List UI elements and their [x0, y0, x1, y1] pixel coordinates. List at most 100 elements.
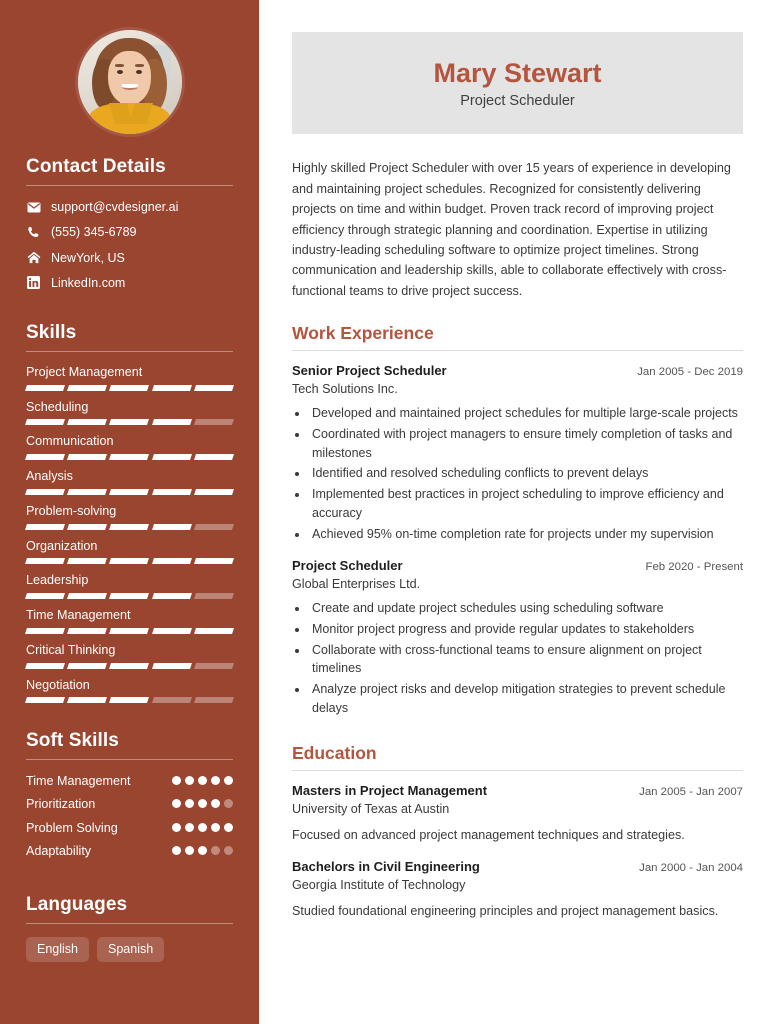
- contact-location-text: NewYork, US: [51, 250, 125, 265]
- education-divider: [292, 769, 743, 771]
- skill-segment: [193, 523, 234, 530]
- work-bullets: Developed and maintained project schedul…: [309, 404, 743, 543]
- skill-segment: [67, 419, 108, 426]
- rating-dot: [185, 845, 194, 855]
- skill-segment: [151, 662, 192, 669]
- language-pill[interactable]: Spanish: [97, 936, 165, 962]
- skill-label: Project Management: [26, 365, 143, 379]
- education-entry-header: Masters in Project Management Jan 2005 -…: [292, 783, 743, 800]
- skill-segment: [193, 593, 234, 600]
- soft-skill-rating: [172, 843, 233, 855]
- skill-label: Analysis: [26, 469, 73, 484]
- work-entry: Senior Project Scheduler Jan 2005 - Dec …: [292, 363, 743, 543]
- education-date-range: Jan 2005 - Jan 2007: [639, 785, 743, 798]
- skill-item: Time Management: [25, 608, 234, 634]
- work-entry-header: Project Scheduler Feb 2020 - Present: [292, 558, 743, 575]
- skill-label: Organization: [26, 538, 98, 553]
- skill-segment: [109, 419, 150, 426]
- soft-skill-rating: [172, 820, 233, 832]
- skill-segment: [67, 558, 108, 565]
- contact-item-location[interactable]: NewYork, US: [26, 250, 233, 266]
- education-entry-header: Bachelors in Civil Engineering Jan 2000 …: [292, 859, 743, 876]
- skill-segment: [67, 593, 108, 600]
- skill-segment: [193, 662, 234, 669]
- skill-segment: [25, 558, 66, 565]
- rating-dot: [185, 776, 194, 786]
- skill-item: Scheduling: [25, 400, 234, 426]
- skill-label: Negotiation: [26, 677, 90, 692]
- skill-segment: [67, 627, 108, 634]
- linkedin-icon: [26, 276, 41, 290]
- rating-dot: [198, 799, 207, 809]
- rating-dot: [224, 799, 233, 809]
- contact-item-phone[interactable]: (555) 345-6789: [26, 224, 233, 240]
- rating-dot: [198, 822, 207, 832]
- education-institution: Georgia Institute of Technology: [292, 878, 466, 893]
- rating-dot: [172, 776, 181, 786]
- contact-linkedin-text: LinkedIn.com: [51, 275, 126, 290]
- education-section: Education Masters in Project Management …: [292, 743, 743, 922]
- skill-segment: [193, 419, 234, 426]
- skill-bar: [25, 558, 234, 565]
- skill-segment: [109, 488, 150, 495]
- skill-item: Problem-solving: [25, 504, 234, 530]
- skill-segment: [67, 384, 108, 391]
- skill-segment: [151, 454, 192, 461]
- education-entry: Bachelors in Civil Engineering Jan 2000 …: [292, 859, 743, 921]
- skill-segment: [109, 384, 150, 391]
- contact-details-section: Contact Details support@cvdesigner.ai (5…: [0, 156, 259, 291]
- skill-segment: [151, 384, 192, 391]
- skill-label: Critical Thinking: [26, 642, 116, 657]
- skill-segment: [151, 593, 192, 600]
- skill-segment: [25, 697, 66, 704]
- skill-label: Time Management: [26, 608, 131, 623]
- skill-segment: [109, 697, 150, 704]
- contact-divider: [26, 185, 233, 186]
- skill-bar: [25, 384, 234, 391]
- professional-summary: Highly skilled Project Scheduler with ov…: [292, 161, 731, 298]
- skill-segment: [151, 697, 192, 704]
- skill-bar: [25, 488, 234, 495]
- work-company: Global Enterprises Ltd.: [292, 577, 421, 592]
- skill-item: Leadership: [25, 573, 234, 600]
- rating-dot: [211, 776, 220, 786]
- profile-photo: [77, 30, 182, 134]
- contact-item-linkedin[interactable]: LinkedIn.com: [26, 275, 233, 291]
- skill-item: Communication: [25, 434, 234, 461]
- skill-segment: [67, 488, 108, 495]
- work-date-range: Feb 2020 - Present: [645, 561, 743, 574]
- soft-skill-rating: [172, 773, 233, 786]
- education-date-range: Jan 2000 - Jan 2004: [639, 862, 743, 875]
- soft-skills-divider: [26, 759, 233, 761]
- skill-segment: [25, 454, 66, 461]
- skill-segment: [193, 454, 234, 461]
- rating-dot: [172, 799, 181, 809]
- skill-bar: [25, 454, 234, 461]
- skill-segment: [67, 662, 108, 669]
- resume-page: Contact Details support@cvdesigner.ai (5…: [0, 0, 776, 1024]
- work-bullet: Developed and maintained project schedul…: [309, 404, 743, 423]
- skill-bar: [25, 627, 234, 634]
- skill-segment: [151, 558, 192, 565]
- language-pill[interactable]: English: [26, 936, 89, 962]
- skill-segment: [109, 558, 150, 565]
- rating-dot: [224, 845, 233, 855]
- contact-item-email[interactable]: support@cvdesigner.ai: [26, 199, 233, 215]
- work-entry: Project Scheduler Feb 2020 - Present Glo…: [292, 558, 743, 717]
- work-job-title: Project Scheduler: [292, 558, 403, 574]
- name-panel: Mary Stewart Project Scheduler: [292, 32, 743, 135]
- languages-section: Languages English Spanish: [0, 894, 259, 962]
- skills-heading: Skills: [26, 322, 77, 343]
- skill-segment: [151, 419, 192, 426]
- education-degree: Masters in Project Management: [292, 782, 488, 798]
- soft-skill-label: Adaptability: [26, 843, 92, 858]
- skill-segment: [25, 488, 66, 495]
- page-title: Mary Stewart: [433, 58, 602, 88]
- skill-segment: [193, 488, 234, 495]
- skill-item: Analysis: [25, 469, 234, 495]
- envelope-icon: [26, 202, 41, 213]
- work-bullet: Achieved 95% on-time completion rate for…: [309, 525, 743, 544]
- education-description: Focused on advanced project management t…: [292, 827, 685, 842]
- contact-email-text: support@cvdesigner.ai: [51, 200, 179, 214]
- skill-segment: [25, 523, 66, 530]
